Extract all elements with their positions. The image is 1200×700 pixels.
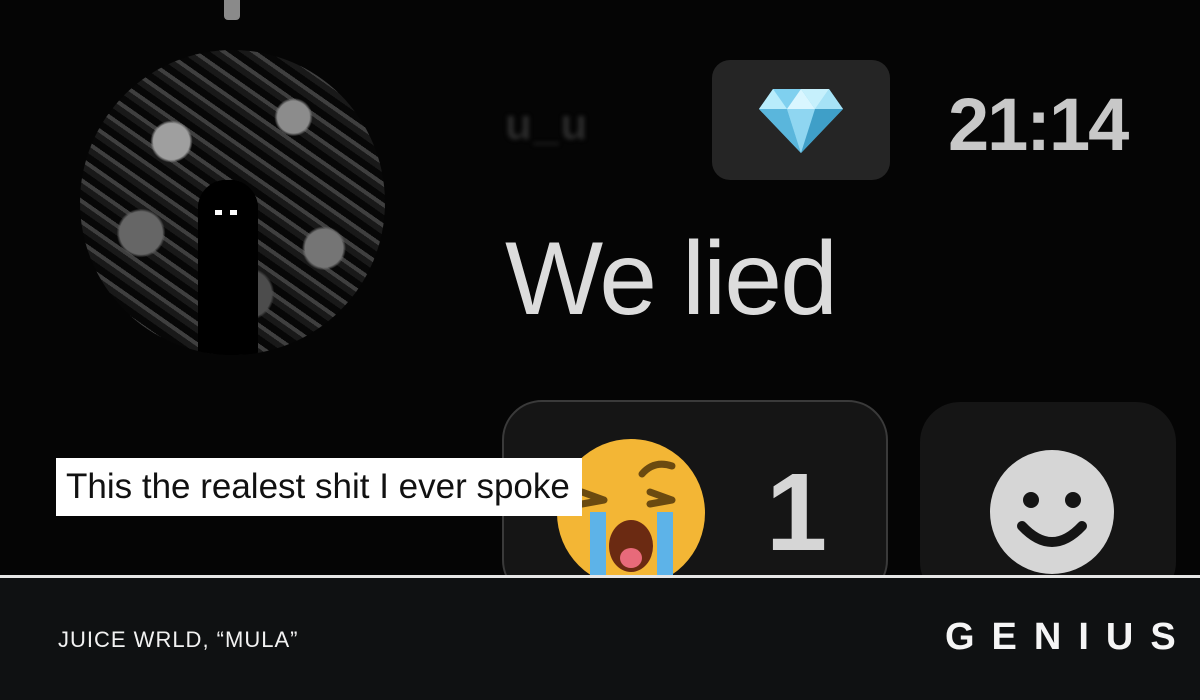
genius-logo[interactable]: GENIUS <box>945 616 1193 659</box>
message-timestamp: 21:14 <box>948 83 1129 166</box>
footer: JUICE WRLD, “MULA” GENIUS <box>0 578 1200 700</box>
avatar[interactable] <box>80 50 385 355</box>
reaction-count: 1 <box>766 451 828 574</box>
smiley-face-icon <box>990 450 1114 574</box>
avatar-figure <box>198 180 258 355</box>
song-credit: JUICE WRLD, “MULA” <box>58 627 299 652</box>
avatar-eye <box>215 210 222 215</box>
gem-icon <box>759 89 843 153</box>
username[interactable]: u_u <box>505 100 695 154</box>
lyric-caption: This the realest shit I ever spoke <box>56 458 582 516</box>
add-reaction-button[interactable] <box>920 402 1176 576</box>
message-text: We lied <box>505 221 838 337</box>
avatar-eye <box>230 210 237 215</box>
scroll-indicator <box>224 0 240 20</box>
badge <box>712 60 890 180</box>
